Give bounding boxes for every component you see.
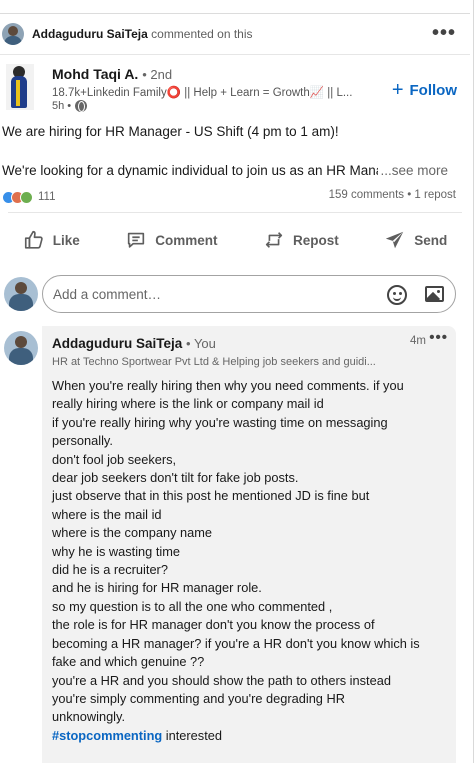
comment-line: dear job seekers don't tilt for fake job… [52, 470, 299, 486]
current-user-avatar[interactable] [4, 277, 38, 311]
activity-context-row: Addaguduru SaiTeja commented on this ••• [0, 20, 470, 48]
comment-line: you're a HR and you should show the path… [52, 672, 391, 688]
comment-line: where is the company name [52, 525, 213, 541]
hashtag-link[interactable]: #stopcommenting [52, 728, 162, 743]
author-name-line: Mohd Taqi A. • 2nd [52, 66, 172, 82]
post-text-truncated: We're looking for a dynamic individual t… [2, 163, 403, 178]
post-time: 5h • [52, 100, 72, 112]
comment-line: why he is wasting time [52, 543, 181, 559]
comment-line: don't fool job seekers, [52, 451, 177, 467]
comment-author-line: Addaguduru SaiTeja • You [52, 336, 216, 351]
insightful-reaction-icon [20, 190, 33, 204]
comment-last-line: #stopcommenting interested [52, 727, 452, 745]
comment-author-avatar[interactable] [4, 331, 38, 365]
repost-arrows-icon [265, 232, 283, 248]
connection-degree: • 2nd [142, 67, 173, 82]
comment-button[interactable]: Comment [125, 229, 218, 251]
comment-line: if you're really hiring why you're wasti… [52, 414, 388, 430]
post-text-line: We're looking for a dynamic individual t… [2, 163, 468, 178]
activity-context-text: Addaguduru SaiTeja commented on this [32, 27, 253, 41]
emoji-icon[interactable] [387, 285, 407, 305]
globe-icon [75, 100, 88, 112]
comment-card: Addaguduru SaiTeja • You 4m ••• HR at Te… [42, 326, 456, 763]
follow-label: Follow [409, 81, 458, 99]
comment-line: personally. [52, 433, 113, 449]
comment-author-headline: HR at Techno Sportwear Pvt Ltd & Helping… [52, 356, 376, 368]
see-more-link[interactable]: ...see more [378, 163, 448, 178]
comment-line: so my question is to all the one who com… [52, 598, 333, 614]
comment-time: 4m [410, 335, 426, 347]
repost-button[interactable]: Repost [263, 229, 339, 251]
context-action: commented on this [151, 27, 253, 41]
comment-last-word: interested [165, 727, 222, 743]
comment-more-icon[interactable]: ••• [429, 329, 448, 346]
author-headline: 18.7k+Linkedin Family⭕ || Help + Learn =… [52, 87, 353, 99]
post-action-bar: Like Comment Repost Send [0, 222, 470, 258]
social-counts: 111 159 comments • 1 repost [0, 188, 470, 206]
comment-line: unknowingly. [52, 709, 126, 725]
comment-line: becoming a HR manager? if you're a HR do… [52, 635, 420, 651]
author-name[interactable]: Mohd Taqi A. [52, 66, 138, 82]
send-plane-icon [386, 231, 404, 249]
author-avatar[interactable] [6, 64, 34, 110]
repost-label: Repost [292, 232, 339, 248]
card-top-border [0, 13, 470, 14]
follow-button[interactable]: + Follow [392, 80, 457, 100]
plus-icon: + [391, 79, 404, 101]
you-tag: • You [186, 336, 216, 351]
comment-line: you're simply commenting and you're degr… [52, 690, 345, 706]
like-button[interactable]: Like [23, 229, 80, 251]
like-thumb-icon [24, 230, 43, 249]
comment-author-name[interactable]: Addaguduru SaiTeja [52, 336, 182, 351]
send-button[interactable]: Send [384, 229, 447, 251]
image-icon[interactable] [425, 286, 444, 302]
reaction-count[interactable]: 111 [38, 191, 55, 203]
commenter-avatar[interactable] [2, 23, 24, 45]
comment-label: Comment [155, 232, 218, 248]
post-text-line: We are hiring for HR Manager - US Shift … [2, 124, 339, 139]
divider [0, 54, 470, 55]
send-label: Send [414, 232, 448, 248]
comment-line: really hiring where is the link or compa… [52, 396, 324, 412]
comment-line: and he is hiring for HR manager role. [52, 580, 262, 596]
feed-card: Addaguduru SaiTeja commented on this •••… [0, 0, 474, 763]
comment-line: did he is a recruiter? [52, 562, 168, 578]
comment-body: When you're really hiring then why you n… [52, 377, 452, 745]
comment-line: the role is for HR manager don't you kno… [52, 617, 375, 633]
comments-reposts-count[interactable]: 159 comments • 1 repost [329, 189, 456, 201]
post-time-row: 5h • [52, 100, 88, 112]
comment-line: fake and which genuine ?? [52, 654, 205, 670]
comment-placeholder: Add a comment… [53, 286, 162, 302]
comment-bubble-icon [128, 232, 145, 248]
reaction-icons[interactable] [2, 190, 33, 204]
divider [8, 212, 462, 213]
more-options-icon[interactable]: ••• [432, 22, 456, 45]
comment-line: just observe that in this post he mentio… [52, 488, 370, 504]
context-actor-name[interactable]: Addaguduru SaiTeja [32, 27, 148, 41]
comment-line: where is the mail id [52, 506, 162, 522]
like-label: Like [52, 232, 80, 248]
comment-line: When you're really hiring then why you n… [52, 378, 404, 393]
